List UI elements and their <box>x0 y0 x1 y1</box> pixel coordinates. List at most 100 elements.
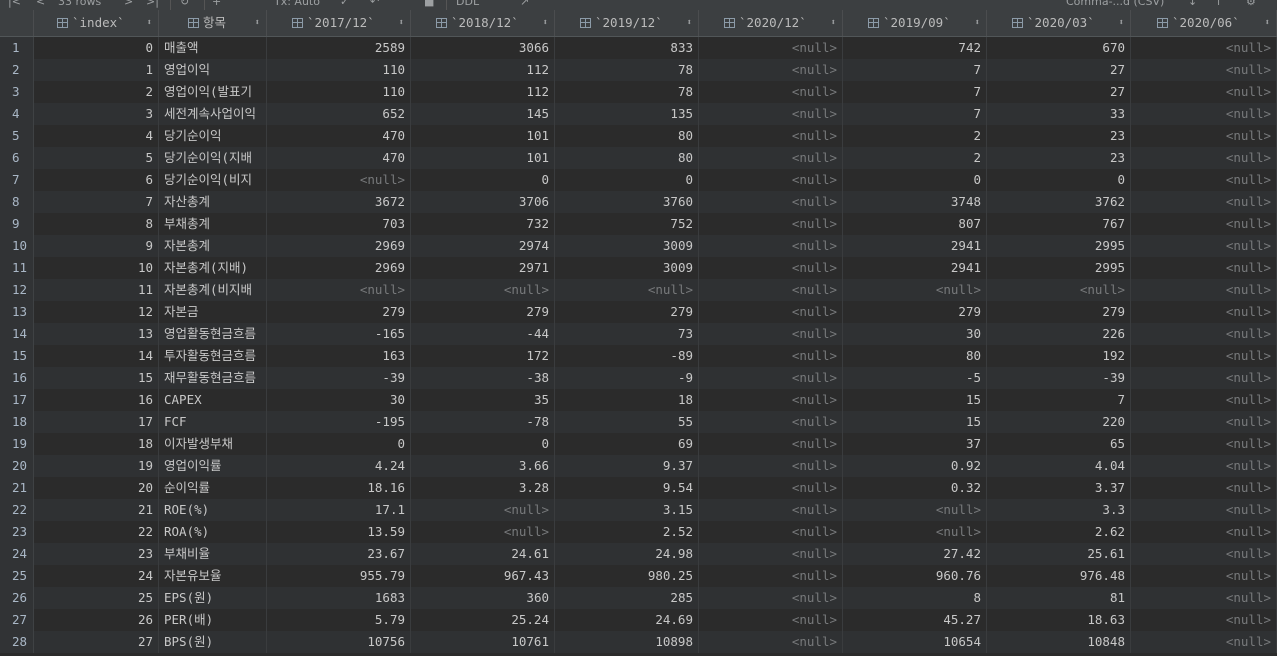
cell-value[interactable]: <null> <box>699 279 843 301</box>
cell-value[interactable]: <null> <box>699 499 843 521</box>
table-row[interactable]: 10 9 자본총계 2969 2974 3009 <null> 2941 2995 <null> <box>0 235 1277 257</box>
cell-value[interactable]: 55 <box>555 411 699 433</box>
row-number[interactable]: 26 <box>0 587 34 609</box>
next-page-icon[interactable]: > <box>124 0 133 9</box>
cell-value[interactable]: 101 <box>411 147 555 169</box>
cell-value[interactable]: <null> <box>699 433 843 455</box>
row-number[interactable]: 23 <box>0 521 34 543</box>
cell-index[interactable]: 2 <box>34 81 159 103</box>
cell-value[interactable]: <null> <box>1131 147 1277 169</box>
table-row[interactable]: 20 19 영업이익률 4.24 3.66 9.37 <null> 0.92 4.04 <null… <box>0 455 1277 477</box>
cell-value[interactable]: 37 <box>843 433 987 455</box>
cell-index[interactable]: 17 <box>34 411 159 433</box>
cell-value[interactable]: <null> <box>1131 367 1277 389</box>
cell-value[interactable]: <null> <box>699 169 843 191</box>
cell-value[interactable]: <null> <box>699 257 843 279</box>
add-row-icon[interactable]: + <box>212 0 221 9</box>
cell-value[interactable]: 2971 <box>411 257 555 279</box>
cell-value[interactable]: 18.16 <box>267 477 411 499</box>
cell-value[interactable]: <null> <box>1131 279 1277 301</box>
table-row[interactable]: 16 15 재무활동현금흐름 -39 -38 -9 <null> -5 -39 <null> <box>0 367 1277 389</box>
row-number[interactable]: 25 <box>0 565 34 587</box>
cell-value[interactable]: <null> <box>843 499 987 521</box>
cell-value[interactable]: 78 <box>555 59 699 81</box>
cell-value[interactable]: 25.61 <box>987 543 1131 565</box>
cell-value[interactable]: <null> <box>699 213 843 235</box>
cell-value[interactable]: <null> <box>699 367 843 389</box>
cell-value[interactable]: <null> <box>987 279 1131 301</box>
cell-value[interactable]: <null> <box>1131 521 1277 543</box>
row-number[interactable]: 10 <box>0 235 34 257</box>
cell-value[interactable]: 2 <box>843 147 987 169</box>
cell-value[interactable]: <null> <box>1131 257 1277 279</box>
sort-icon[interactable]: ⬍ <box>399 10 404 36</box>
cell-value[interactable]: 101 <box>411 125 555 147</box>
cell-value[interactable]: 23 <box>987 125 1131 147</box>
row-number[interactable]: 11 <box>0 257 34 279</box>
reload-icon[interactable]: ↻ <box>180 0 189 9</box>
cell-value[interactable]: <null> <box>699 609 843 631</box>
cell-value[interactable]: 3.37 <box>987 477 1131 499</box>
cell-value[interactable]: 24.61 <box>411 543 555 565</box>
cell-value[interactable]: 279 <box>555 301 699 323</box>
cell-value[interactable]: 0 <box>555 169 699 191</box>
cell-value[interactable]: 279 <box>843 301 987 323</box>
cell-index[interactable]: 3 <box>34 103 159 125</box>
cell-item[interactable]: 영업활동현금흐름 <box>159 323 267 345</box>
cell-value[interactable]: <null> <box>1131 235 1277 257</box>
cell-value[interactable]: 470 <box>267 125 411 147</box>
cell-item[interactable]: 자본총계 <box>159 235 267 257</box>
cell-value[interactable]: 3.28 <box>411 477 555 499</box>
cell-index[interactable]: 24 <box>34 565 159 587</box>
cell-item[interactable]: PER(배) <box>159 609 267 631</box>
cell-value[interactable]: 80 <box>555 125 699 147</box>
cell-index[interactable]: 15 <box>34 367 159 389</box>
cell-index[interactable]: 18 <box>34 433 159 455</box>
table-row[interactable]: 4 3 세전계속사업이익 652 145 135 <null> 7 33 <null> <box>0 103 1277 125</box>
cell-item[interactable]: 투자활동현금흐름 <box>159 345 267 367</box>
cell-value[interactable]: 145 <box>411 103 555 125</box>
cell-value[interactable]: <null> <box>699 345 843 367</box>
cell-value[interactable]: -38 <box>411 367 555 389</box>
cell-value[interactable]: <null> <box>1131 499 1277 521</box>
cell-value[interactable]: <null> <box>1131 411 1277 433</box>
cell-value[interactable]: 25.24 <box>411 609 555 631</box>
table-row[interactable]: 25 24 자본유보율 955.79 967.43 980.25 <null> 960.76 9… <box>0 565 1277 587</box>
row-number[interactable]: 19 <box>0 433 34 455</box>
column-header-7[interactable]: `2020/03` ⬍ <box>987 10 1131 36</box>
cell-value[interactable]: <null> <box>267 169 411 191</box>
cell-value[interactable]: <null> <box>1131 455 1277 477</box>
commit-icon[interactable]: ✓ <box>340 0 349 9</box>
cell-item[interactable]: 당기순이익(지배 <box>159 147 267 169</box>
export-icon[interactable]: ↓ <box>1188 0 1197 9</box>
cell-item[interactable]: ROE(%) <box>159 499 267 521</box>
cell-index[interactable]: 5 <box>34 147 159 169</box>
table-row[interactable]: 1 0 매출액 2589 3066 833 <null> 742 670 <null> <box>0 37 1277 59</box>
cell-value[interactable]: -44 <box>411 323 555 345</box>
cell-item[interactable]: BPS(원) <box>159 631 267 653</box>
results-grid[interactable]: `index` ⬍ 항목 ⬍ `2017/12` ⬍ `2018/12` ⬍ `2019/12`… <box>0 10 1277 656</box>
cell-value[interactable]: 110 <box>267 59 411 81</box>
row-number[interactable]: 12 <box>0 279 34 301</box>
cell-value[interactable]: <null> <box>1131 323 1277 345</box>
cell-value[interactable]: 15 <box>843 411 987 433</box>
cell-value[interactable]: 30 <box>267 389 411 411</box>
cell-value[interactable]: <null> <box>699 455 843 477</box>
cell-value[interactable]: 18 <box>555 389 699 411</box>
cell-value[interactable]: <null> <box>699 543 843 565</box>
cell-item[interactable]: EPS(원) <box>159 587 267 609</box>
table-row[interactable]: 18 17 FCF -195 -78 55 <null> 15 220 <null> <box>0 411 1277 433</box>
sort-icon[interactable]: ⬍ <box>1119 10 1124 36</box>
row-number[interactable]: 8 <box>0 191 34 213</box>
cell-item[interactable]: 부채비율 <box>159 543 267 565</box>
cell-value[interactable]: <null> <box>1131 631 1277 653</box>
cell-value[interactable]: 0.92 <box>843 455 987 477</box>
cell-value[interactable]: 80 <box>555 147 699 169</box>
cell-value[interactable]: 112 <box>411 59 555 81</box>
table-row[interactable]: 24 23 부채비율 23.67 24.61 24.98 <null> 27.42 25.61 <… <box>0 543 1277 565</box>
table-row[interactable]: 8 7 자산총계 3672 3706 3760 <null> 3748 3762 <null> <box>0 191 1277 213</box>
sort-icon[interactable]: ⬍ <box>975 10 980 36</box>
cell-item[interactable]: 당기순이익(비지 <box>159 169 267 191</box>
column-header-4[interactable]: `2019/12` ⬍ <box>555 10 699 36</box>
cell-item[interactable]: 영업이익 <box>159 59 267 81</box>
